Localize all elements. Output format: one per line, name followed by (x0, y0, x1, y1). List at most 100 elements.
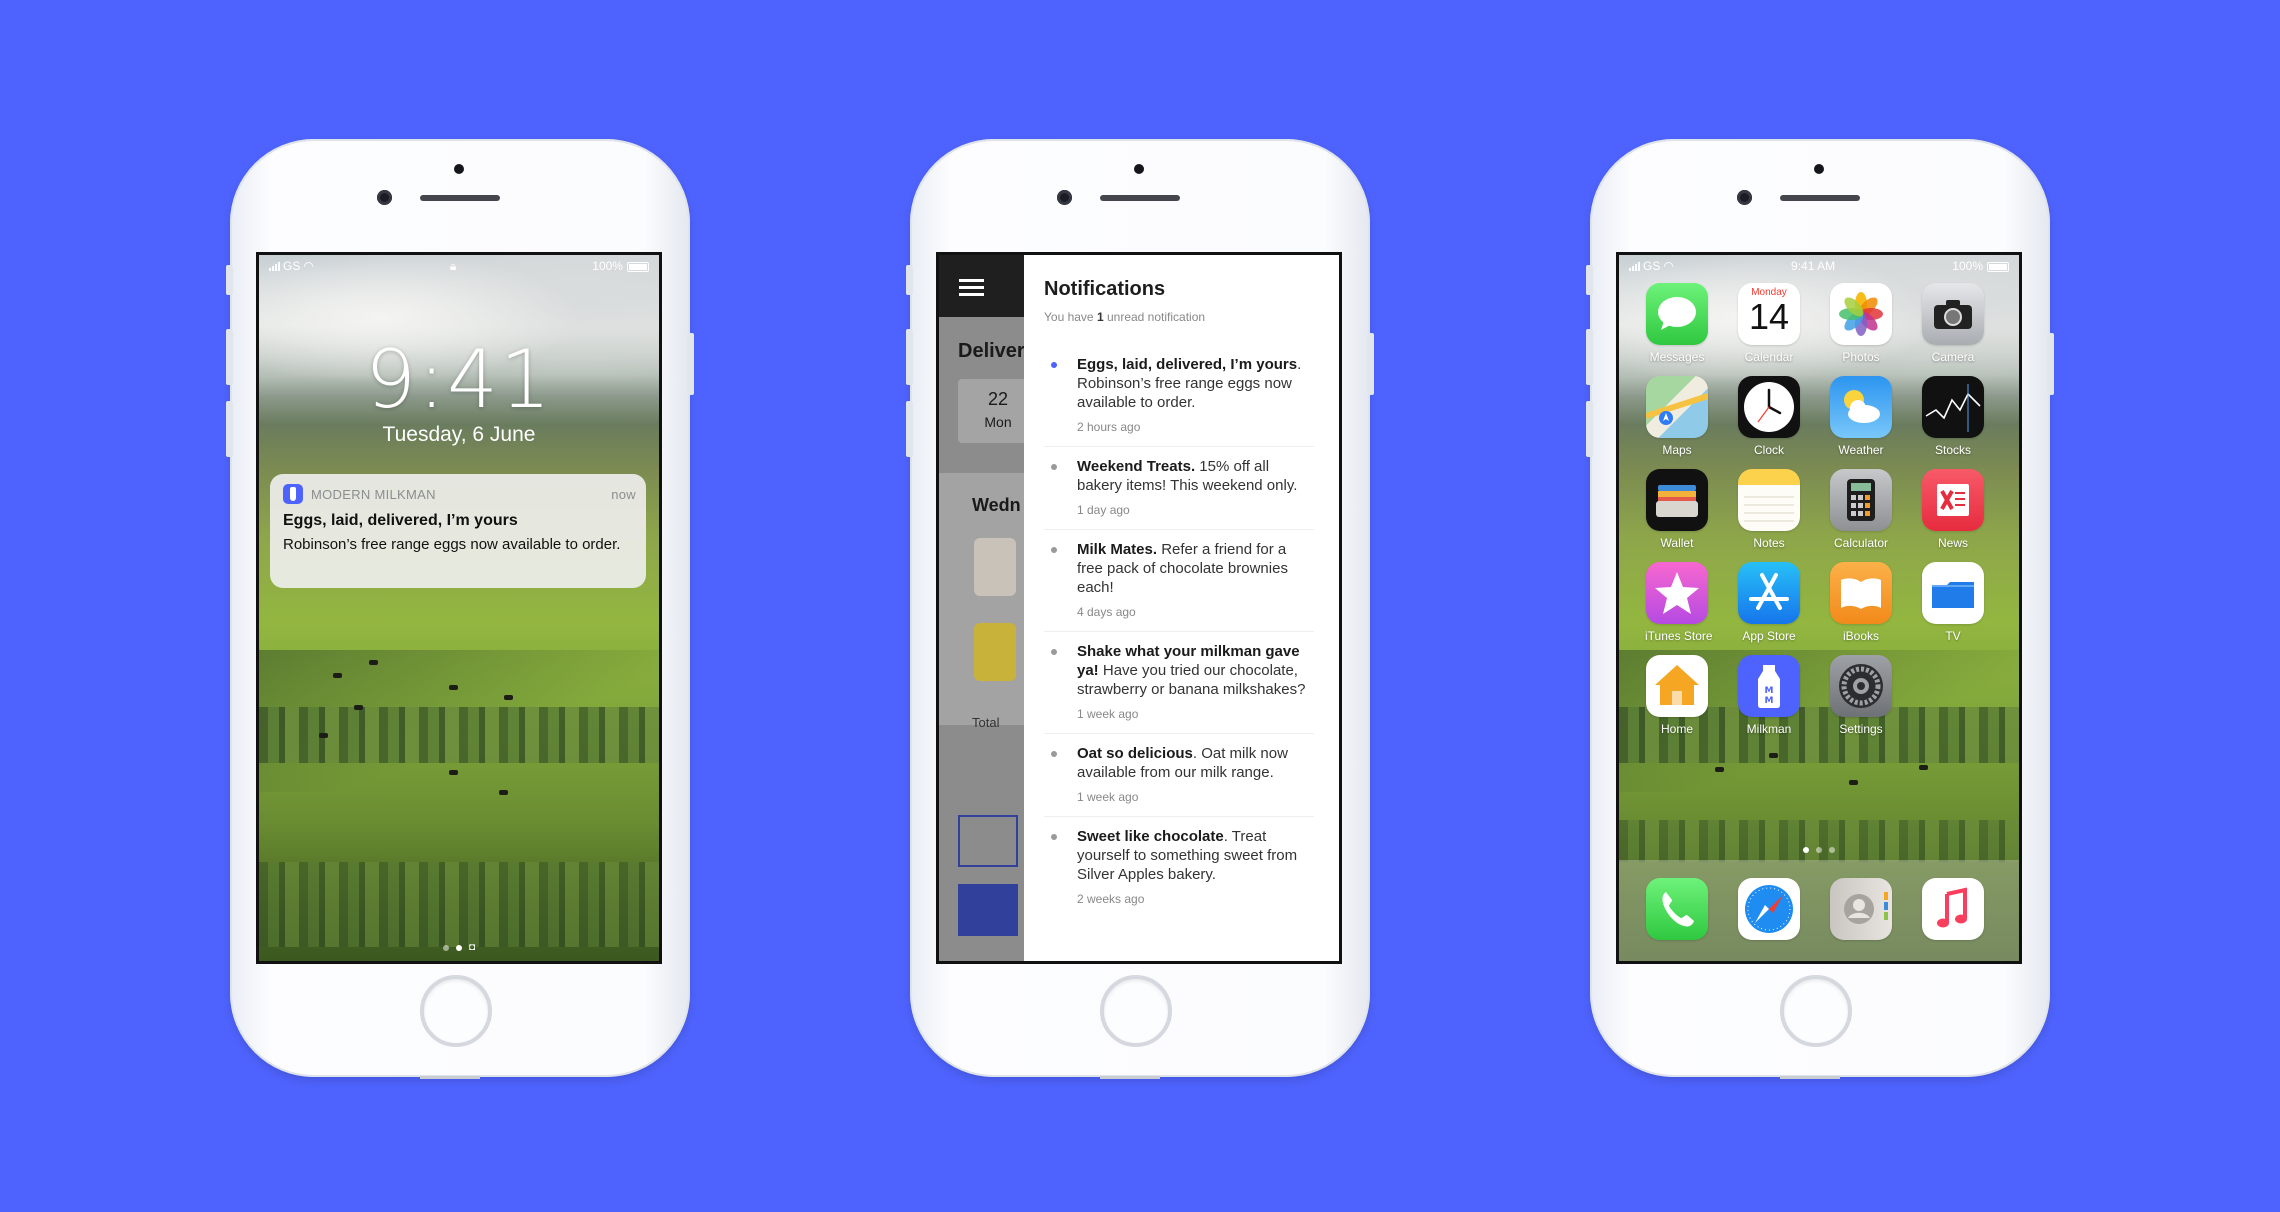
front-camera (1737, 190, 1752, 205)
photos-app[interactable]: Photos (1829, 283, 1893, 364)
app-store-icon (1738, 562, 1800, 624)
lock-time: 9:41 (365, 333, 553, 426)
itunes-store-icon (1646, 562, 1708, 624)
clock-app[interactable]: Clock (1737, 376, 1801, 457)
primary-button[interactable] (958, 884, 1018, 936)
itunes-store-app[interactable]: iTunes Store (1645, 562, 1713, 643)
camera-app[interactable]: Camera (1921, 283, 1985, 364)
notes-app[interactable]: Notes (1737, 469, 1801, 550)
svg-text:M: M (1765, 686, 1774, 696)
front-camera (1057, 190, 1072, 205)
camera-icon (1922, 283, 1984, 345)
lock-date: Tuesday, 6 June (382, 423, 536, 446)
calculator-icon (1830, 469, 1892, 531)
ibooks-app[interactable]: iBooks (1829, 562, 1893, 643)
app-heading: Deliver (958, 340, 1025, 362)
maps-app[interactable]: Maps (1645, 376, 1709, 457)
drawer-title: Notifications (1044, 278, 1166, 300)
order-total-label: Total (972, 715, 1000, 730)
messages-app[interactable]: Messages (1645, 283, 1709, 364)
secondary-button[interactable] (958, 815, 1018, 867)
proximity-sensor (1814, 164, 1824, 174)
clock-icon (1738, 376, 1800, 438)
phone-home-screen: GS ◠ 9:41 AM 100% Messages Monday 14 Cale… (1586, 139, 2054, 1079)
weather-app[interactable]: Weather (1829, 376, 1893, 457)
wallet-icon (1646, 469, 1708, 531)
notification-item[interactable]: Weekend Treats. 15% off all bakery items… (1044, 447, 1314, 530)
page-indicator: ◘ (259, 942, 659, 953)
home-screen: GS ◠ 9:41 AM 100% Messages Monday 14 Cale… (1616, 252, 2022, 964)
dock (1619, 860, 2019, 961)
phone-app[interactable] (1645, 878, 1709, 940)
notification-time: now (611, 486, 636, 502)
app-screen: Deliver 22 Mon Wedn Total Notifications … (936, 252, 1342, 964)
contacts-app[interactable] (1829, 878, 1893, 940)
lock-notification[interactable]: MODERN MILKMAN now Eggs, laid, delivered… (270, 474, 646, 588)
notification-time: 1 day ago (1077, 503, 1130, 517)
home-icon (1646, 655, 1708, 717)
earpiece-speaker (1100, 195, 1180, 201)
milk-bottle-image (974, 538, 1016, 596)
unread-summary: You have 1 unread notification (1044, 310, 1206, 324)
app-store-app[interactable]: App Store (1737, 562, 1801, 643)
calculator-app[interactable]: Calculator (1829, 469, 1893, 550)
proximity-sensor (1134, 164, 1144, 174)
status-time: 9:41 AM (1791, 259, 1836, 273)
notes-icon (1738, 469, 1800, 531)
contacts-icon (1830, 878, 1892, 940)
tv-app[interactable]: TV (1921, 562, 1985, 643)
safari-icon (1738, 878, 1800, 940)
notification-body: Robinson’s free range eggs now available… (283, 536, 621, 553)
home-button[interactable] (1780, 975, 1852, 1047)
svg-text:M: M (1765, 696, 1774, 706)
notification-item[interactable]: Milk Mates. Refer a friend for a free pa… (1044, 530, 1314, 632)
battery-icon (626, 261, 649, 272)
lock-screen: GS ◠ 🔒︎ 100% 9:41 Tuesday, 6 June MODERN … (256, 252, 662, 964)
stocks-app[interactable]: Stocks (1921, 376, 1985, 457)
notification-item[interactable]: Eggs, laid, delivered, I’m yours. Robins… (1044, 345, 1314, 447)
notification-title: Eggs, laid, delivered, I’m yours (283, 512, 518, 529)
phone-icon (1646, 878, 1708, 940)
wifi-icon: ◠ (1663, 259, 1674, 273)
notifications-drawer: Notifications You have 1 unread notifica… (1024, 255, 1339, 961)
music-app[interactable] (1921, 878, 1985, 940)
milkman-app[interactable]: MM Milkman (1737, 655, 1801, 736)
notification-item[interactable]: Shake what your milkman gave ya! Have yo… (1044, 632, 1314, 734)
menu-icon[interactable] (959, 279, 984, 296)
page-indicator (1619, 847, 2019, 853)
notification-time: 2 hours ago (1077, 420, 1141, 434)
home-app[interactable]: Home (1645, 655, 1709, 736)
news-app[interactable]: News (1921, 469, 1985, 550)
messages-icon (1646, 283, 1708, 345)
ibooks-icon (1830, 562, 1892, 624)
notification-item[interactable]: Oat so delicious. Oat milk now available… (1044, 734, 1314, 817)
milkman-app-icon (283, 484, 303, 504)
calendar-icon: Monday 14 (1738, 283, 1800, 345)
calendar-app[interactable]: Monday 14 Calendar (1737, 283, 1801, 364)
signal-icon (269, 261, 280, 271)
phone-app-notifications: Deliver 22 Mon Wedn Total Notifications … (906, 139, 1374, 1079)
notification-list: Eggs, laid, delivered, I’m yours. Robins… (1044, 345, 1314, 918)
music-icon (1922, 878, 1984, 940)
notification-item[interactable]: Sweet like chocolate. Treat yourself to … (1044, 817, 1314, 918)
status-bar: GS ◠ 🔒︎ 100% (259, 255, 659, 277)
home-button[interactable] (1100, 975, 1172, 1047)
wallet-app[interactable]: Wallet (1645, 469, 1709, 550)
order-day-heading: Wedn (972, 495, 1021, 515)
tv-icon (1922, 562, 1984, 624)
notification-time: 1 week ago (1077, 707, 1139, 721)
home-button[interactable] (420, 975, 492, 1047)
stocks-icon (1922, 376, 1984, 438)
lock-icon: 🔒︎ (449, 258, 457, 273)
settings-app[interactable]: Settings (1829, 655, 1893, 736)
wifi-icon: ◠ (303, 259, 314, 273)
milkman-icon: MM (1738, 655, 1800, 717)
notification-time: 4 days ago (1077, 605, 1136, 619)
status-bar: GS ◠ 9:41 AM 100% (1619, 255, 2019, 277)
weather-icon (1830, 376, 1892, 438)
proximity-sensor (454, 164, 464, 174)
safari-app[interactable] (1737, 878, 1801, 940)
camera-icon: ◘ (468, 942, 476, 953)
signal-icon (1629, 261, 1640, 271)
notification-time: 1 week ago (1077, 790, 1139, 804)
